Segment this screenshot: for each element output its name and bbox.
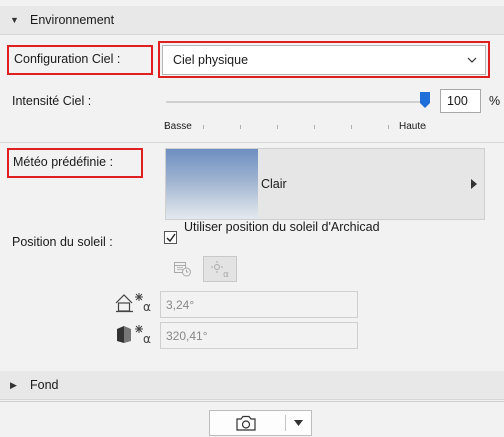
chevron-right-icon <box>471 179 477 189</box>
slider-max-label: Haute <box>399 121 426 132</box>
use-archicad-sun-label-clip: Utiliser position du soleil d'Archicad <box>184 220 384 248</box>
snapshot-button-group[interactable] <box>209 410 312 436</box>
sun-altitude-value: 3,24° <box>166 298 195 312</box>
background-section-header[interactable]: ▶ Fond <box>0 371 504 400</box>
caret-down-icon <box>294 420 303 426</box>
background-section-title: Fond <box>30 378 59 392</box>
weather-label: Météo prédéfinie : <box>13 155 114 169</box>
chevron-down-icon <box>467 57 477 63</box>
calendar-clock-icon <box>174 262 191 277</box>
sky-intensity-value: 100 <box>447 94 468 108</box>
weather-preset-selector[interactable]: Clair <box>165 148 485 220</box>
section-divider <box>0 142 504 143</box>
sun-altitude-field[interactable]: 3,24° <box>160 291 358 318</box>
checkmark-icon <box>166 233 176 243</box>
use-archicad-sun-label: Utiliser position du soleil d'Archicad <box>184 220 380 234</box>
sun-azimuth-icon: α <box>117 325 151 346</box>
sun-azimuth-value: 320,41° <box>166 329 208 343</box>
sky-intensity-slider-track[interactable] <box>166 101 428 103</box>
collapse-triangle-icon[interactable]: ▼ <box>10 6 19 34</box>
svg-text:α: α <box>223 270 229 278</box>
use-archicad-sun-checkbox[interactable] <box>164 231 177 244</box>
weather-preset-name: Clair <box>261 177 287 191</box>
svg-text:α: α <box>143 300 151 314</box>
expand-triangle-icon[interactable]: ▶ <box>10 371 17 399</box>
sun-position-label: Position du soleil : <box>12 235 113 249</box>
environment-section-title: Environnement <box>30 13 115 27</box>
camera-options-dropdown[interactable] <box>286 411 311 435</box>
environment-section-header[interactable]: ▼ Environnement <box>0 6 504 35</box>
sky-preview-thumbnail <box>166 149 258 219</box>
sky-intensity-label: Intensité Ciel : <box>12 94 92 108</box>
sky-config-value: Ciel physique <box>173 53 249 67</box>
camera-button[interactable] <box>210 411 284 435</box>
sun-angle-icon: α <box>211 261 229 278</box>
sun-azimuth-field[interactable]: 320,41° <box>160 322 358 349</box>
sun-altitude-icon: α <box>115 293 151 314</box>
footer-divider <box>0 401 504 402</box>
slider-min-label: Basse <box>164 121 192 132</box>
camera-icon <box>236 415 256 431</box>
sky-config-dropdown[interactable]: Ciel physique <box>162 45 486 75</box>
sky-intensity-unit: % <box>489 94 501 108</box>
sky-intensity-slider-thumb[interactable] <box>420 92 430 108</box>
svg-text:α: α <box>143 332 151 346</box>
sun-by-angles-button[interactable]: α <box>203 256 237 282</box>
sun-by-date-button[interactable] <box>168 256 198 282</box>
sky-config-label: Configuration Ciel : <box>14 52 121 66</box>
sky-intensity-input[interactable]: 100 <box>440 89 481 113</box>
